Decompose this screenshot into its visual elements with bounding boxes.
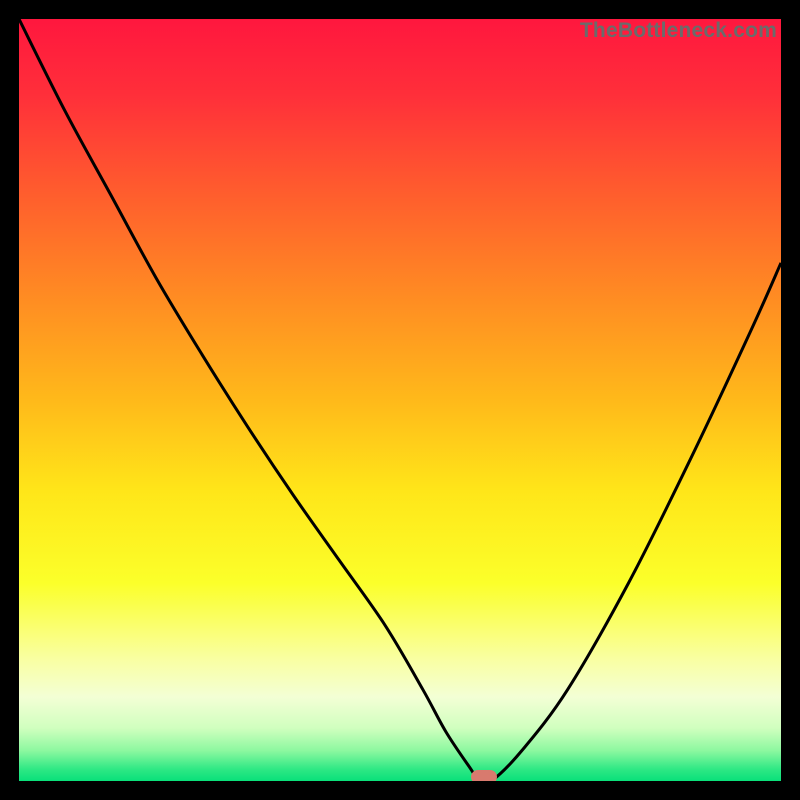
chart-frame: TheBottleneck.com bbox=[19, 19, 781, 781]
plot-curve-layer bbox=[19, 19, 781, 781]
bottleneck-curve bbox=[19, 19, 781, 781]
watermark-text: TheBottleneck.com bbox=[580, 19, 777, 43]
optimal-point-marker bbox=[471, 770, 497, 781]
